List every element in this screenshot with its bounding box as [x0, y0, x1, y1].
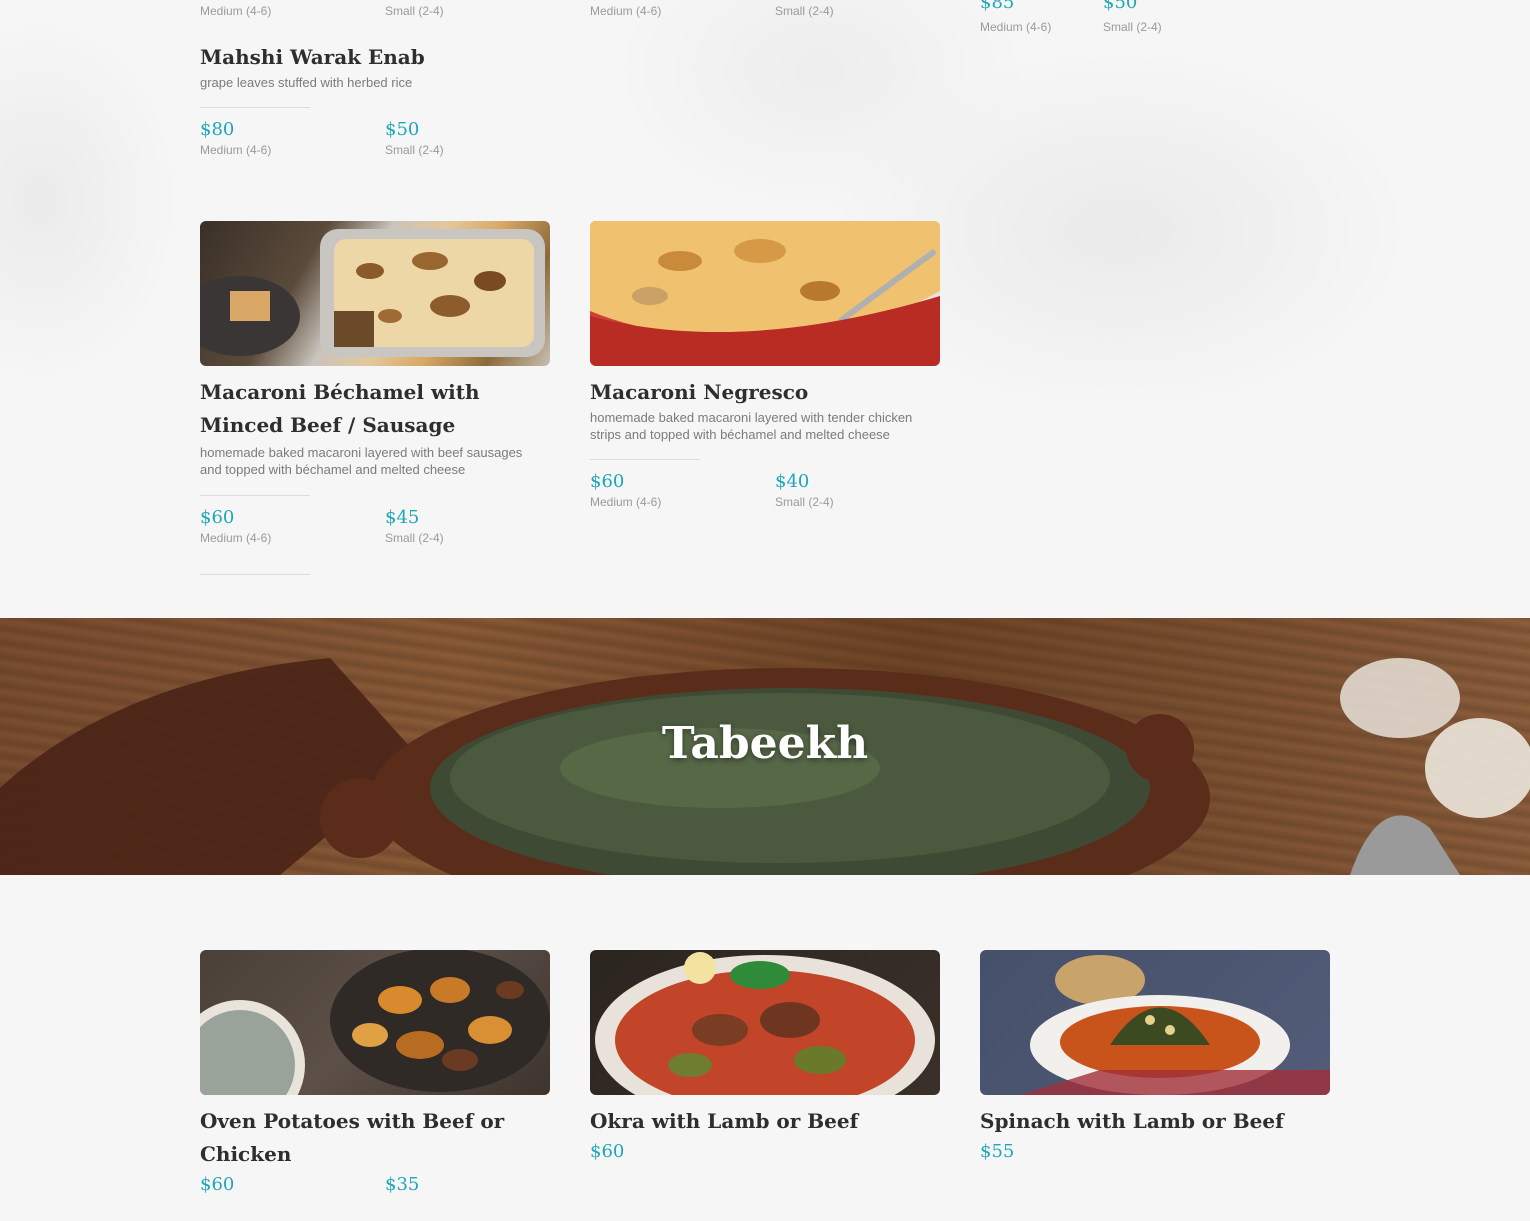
item-description: grape leaves stuffed with herbed rice	[200, 75, 413, 90]
price-label: Medium (4-6)	[980, 20, 1052, 34]
price-label: Medium (4-6)	[200, 143, 272, 157]
item-title: Okra with Lamb or Beef	[590, 1109, 859, 1133]
menu-item-macaroni-negresco: Macaroni Negresco homemade baked macaron…	[590, 376, 940, 518]
price-label: Small (2-4)	[385, 531, 444, 545]
price-label: Small (2-4)	[1103, 20, 1162, 34]
item-description: homemade baked macaroni layered with bee…	[200, 445, 523, 477]
price-amount: $80	[200, 119, 235, 140]
price-amount: $60	[590, 471, 625, 492]
price-medium: $55	[980, 1140, 1014, 1164]
menu-item-mahshi: Mahshi Warak Enab grape leaves stuffed w…	[200, 41, 550, 166]
macaroni-negresco-photo	[590, 221, 940, 366]
price-amount: $85	[980, 0, 1015, 13]
price-medium: $60 Medium (4-6)	[590, 470, 661, 510]
item-title: Macaroni Negresco	[590, 380, 809, 404]
price-small: $50 Small (2-4)	[385, 118, 444, 158]
price-label: Small (2-4)	[385, 143, 444, 157]
macaroni-bechamel-photo	[200, 221, 550, 366]
price-amount: $55	[980, 1141, 1015, 1162]
spinach-photo	[980, 950, 1330, 1095]
divider	[200, 107, 310, 108]
price-label: Small (2-4)	[385, 4, 444, 18]
price-amount: $50	[385, 119, 420, 140]
price-medium: $60	[200, 1173, 234, 1197]
divider	[200, 495, 310, 496]
price-medium: $60 Medium (4-6)	[200, 506, 271, 546]
oven-potatoes-photo	[200, 950, 550, 1095]
item-description: homemade baked macaroni layered with ten…	[590, 410, 913, 442]
item-title: Mahshi Warak Enab	[200, 45, 425, 69]
price-amount: $60	[590, 1141, 625, 1162]
price-amount: $50	[1103, 0, 1138, 13]
divider	[590, 459, 700, 460]
item-title: Oven Potatoes with Beef or Chicken	[200, 1109, 505, 1166]
price-small: $45 Small (2-4)	[385, 506, 444, 546]
divider	[200, 574, 310, 575]
menu-item-macaroni-bechamel: Macaroni Béchamel with Minced Beef / Sau…	[200, 376, 550, 575]
menu-item-spinach: Spinach with Lamb or Beef $55	[980, 1105, 1330, 1188]
price-small: $40 Small (2-4)	[775, 470, 834, 510]
price-amount: $45	[385, 507, 420, 528]
price-label: Small (2-4)	[775, 4, 834, 18]
menu-item-oven-potatoes: Oven Potatoes with Beef or Chicken $60 $…	[200, 1105, 550, 1221]
price-small: $35	[385, 1173, 419, 1197]
section-title: Tabeekh	[661, 718, 869, 769]
price-label: Medium (4-6)	[590, 4, 662, 18]
okra-photo	[590, 950, 940, 1095]
price-medium: $60	[590, 1140, 624, 1164]
item-title: Spinach with Lamb or Beef	[980, 1109, 1284, 1133]
price-amount: $60	[200, 1174, 235, 1195]
price-amount: $60	[200, 507, 235, 528]
menu-item-okra: Okra with Lamb or Beef $60	[590, 1105, 940, 1188]
price-label: Medium (4-6)	[590, 495, 662, 509]
price-amount: $40	[775, 471, 810, 492]
price-label: Small (2-4)	[775, 495, 834, 509]
price-amount: $35	[385, 1174, 420, 1195]
item-title: Macaroni Béchamel with Minced Beef / Sau…	[200, 380, 480, 437]
price-label: Medium (4-6)	[200, 4, 272, 18]
price-medium: $80 Medium (4-6)	[200, 118, 271, 158]
price-label: Medium (4-6)	[200, 531, 272, 545]
